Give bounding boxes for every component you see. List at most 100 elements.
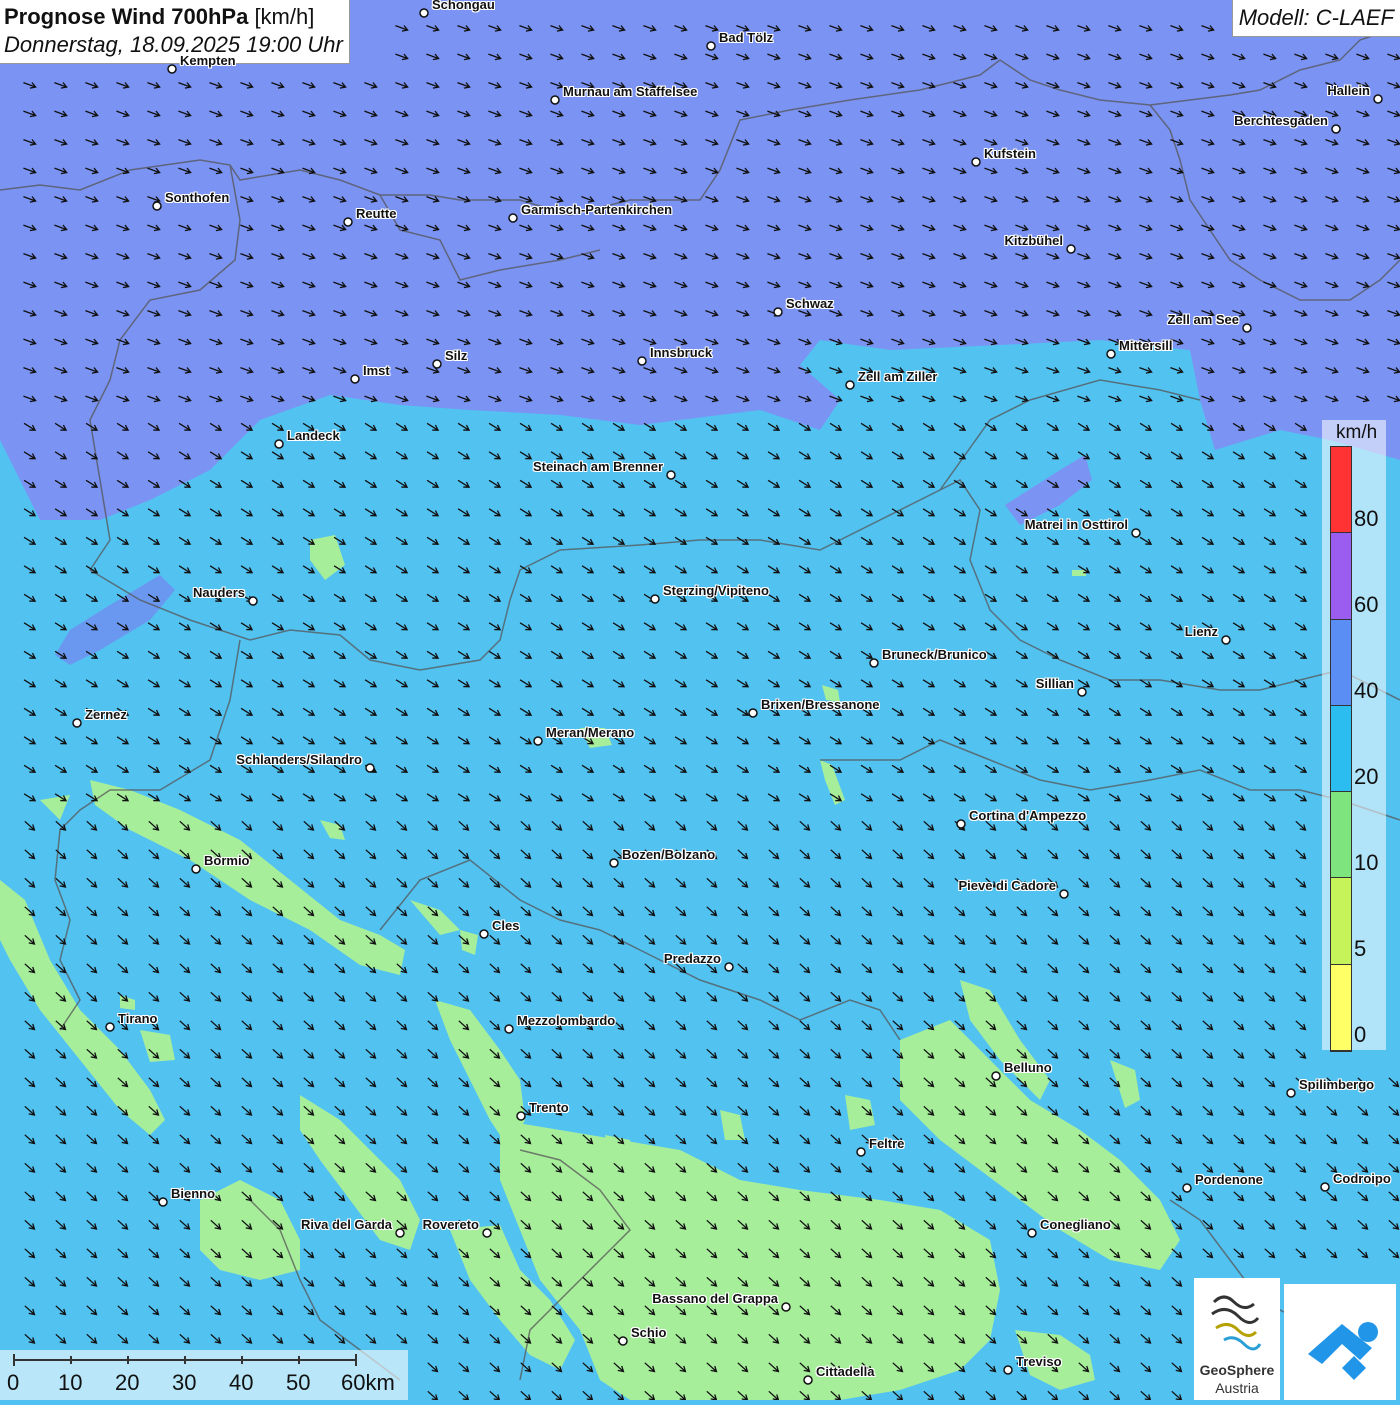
color-legend: km/h 80 60 40 20 10 5 0 [1322,420,1386,1052]
city-marker [869,658,879,668]
map-title-unit: [km/h] [254,4,315,29]
city-label: Treviso [1016,1354,1062,1369]
city-marker [1242,323,1252,333]
legend-unit: km/h [1336,422,1378,443]
city-marker [1182,1183,1192,1193]
city-marker [432,359,442,369]
city-marker [1320,1182,1330,1192]
model-label: Modell: C-LAEF [1231,0,1400,37]
city-label: Kempten [180,53,236,68]
city-label: Hallein [1327,83,1370,98]
legend-swatch [1331,619,1351,706]
city-marker [724,962,734,972]
city-label: Innsbruck [650,345,713,360]
legend-tick-10: 10 [1354,850,1379,875]
city-marker [1373,94,1383,104]
city-marker [158,1197,168,1207]
city-label: Zernez [85,707,127,722]
city-label: Predazzo [663,951,721,966]
city-marker [845,380,855,390]
city-label: Matrei in Osttirol [1024,517,1128,532]
scale-label-40: 40 [229,1370,254,1395]
scale-label-20: 20 [115,1370,140,1395]
city-marker [856,1147,866,1157]
city-label: Cles [492,918,520,933]
city-marker [706,41,716,51]
map-title: Prognose Wind 700hPa [4,4,249,29]
city-marker [105,1022,115,1032]
cloud-arrow-icon [1308,1322,1378,1380]
legend-swatch [1331,878,1351,965]
city-marker [1331,124,1341,134]
city-label: Brixen/Bressanone [761,697,880,712]
city-marker [191,864,201,874]
legend-tick-20: 20 [1354,764,1379,789]
city-marker [395,1228,405,1238]
scale-label-30: 30 [172,1370,197,1395]
city-label: Trento [529,1100,569,1115]
city-marker [609,858,619,868]
legend-swatch [1331,533,1351,620]
city-label: Schlanders/Silandro [236,752,362,767]
city-marker [152,201,162,211]
legend-tick-5: 5 [1354,936,1367,961]
city-marker [248,596,258,606]
city-marker [350,374,360,384]
city-marker [508,213,518,223]
legend-swatch [1331,964,1351,1051]
city-marker [803,1375,813,1385]
city-label: Schio [631,1325,667,1340]
city-marker [650,594,660,604]
city-marker [516,1111,526,1121]
city-label: Sonthofen [165,190,230,205]
city-marker [618,1336,628,1346]
city-label: Berchtesgaden [1234,113,1328,128]
city-marker [274,439,284,449]
city-label: Schwaz [786,296,834,311]
city-marker [773,307,783,317]
city-label: Riva del Garda [300,1217,392,1232]
legend-swatch [1331,447,1351,534]
city-label: Cittadella [816,1364,875,1379]
city-label: Spilimbergo [1299,1077,1375,1092]
city-marker [666,470,676,480]
city-label: Bozen/Bolzano [622,847,716,862]
city-label: Kitzbühel [1004,233,1064,248]
city-label: Belluno [1004,1060,1052,1075]
legend-tick-40: 40 [1354,678,1379,703]
city-label: Cortina d'Ampezzo [969,808,1087,823]
city-label: Pieve di Cadore [958,878,1056,893]
city-label: Silz [445,348,468,363]
city-label: Codroipo [1333,1171,1391,1186]
city-label: Rovereto [422,1217,479,1232]
city-marker [365,763,375,773]
logo-text-line1: GeoSphere [1199,1362,1275,1378]
city-label: Conegliano [1040,1217,1111,1232]
legend-swatch [1331,705,1351,793]
city-marker [1131,528,1141,538]
city-marker [1066,244,1076,254]
city-marker [956,819,966,829]
city-label: Zell am Ziller [858,369,938,384]
city-marker [550,95,560,105]
city-label: Mezzolombardo [517,1013,616,1028]
city-label: Nauders [192,585,245,600]
city-marker [1286,1088,1296,1098]
city-marker [1027,1228,1037,1238]
city-marker [72,718,82,728]
scale-bar: 0 10 20 30 40 50 60km [0,1350,408,1400]
city-label: Bassano del Grappa [652,1291,778,1306]
city-label: Imst [363,363,390,378]
city-label: Steinach am Brenner [532,459,663,474]
city-marker [1003,1365,1013,1375]
legend-swatch [1331,792,1351,879]
logo-text-line2: Austria [1215,1380,1259,1396]
city-label: Bormio [204,853,250,868]
city-label: Mittersill [1119,338,1173,353]
city-label: Zell am See [1167,312,1239,327]
forecast-datetime: Donnerstag, 18.09.2025 19:00 Uhr [4,32,343,57]
city-marker [1059,889,1069,899]
city-label: Bienno [171,1186,216,1201]
city-marker [1077,687,1087,697]
title-box: Prognose Wind 700hPa [km/h] Donnerstag, … [0,0,350,64]
